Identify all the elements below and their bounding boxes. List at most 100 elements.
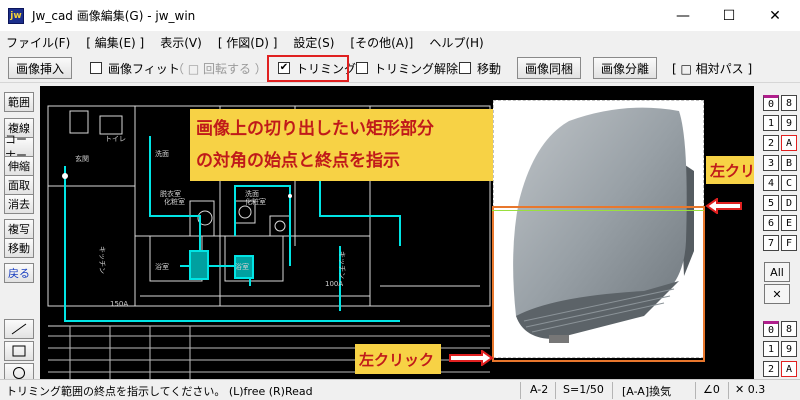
circle-icon xyxy=(13,367,25,379)
insert-image-button[interactable]: 画像挿入 xyxy=(8,57,72,79)
room-label: 洗面 xyxy=(155,149,169,158)
tool-erase[interactable]: 消去 xyxy=(4,194,34,214)
tool-stretch[interactable]: 伸縮 xyxy=(4,156,34,176)
tool-range[interactable]: 範囲 xyxy=(4,92,34,112)
room-label: 洗面 xyxy=(245,189,259,198)
layer-button[interactable]: 2 xyxy=(763,361,779,377)
layer-group-button[interactable]: 9 xyxy=(781,115,797,131)
status-bar: トリミング範囲の終点を指示してください。 (L)free (R)Read A-2… xyxy=(0,379,800,400)
room-label: 浴室 xyxy=(155,262,169,271)
dimension-label: 150A xyxy=(110,300,128,308)
layer-group-button[interactable]: 0 xyxy=(763,95,779,111)
fit-image-checkbox[interactable]: 画像フィット xyxy=(90,59,180,77)
room-label: キッチン xyxy=(338,251,346,279)
instruction-note: 画像上の切り出したい矩形部分 の対角の始点と終点を指示 xyxy=(190,109,496,181)
crop-selection-frame xyxy=(492,206,705,362)
room-label: トイレ xyxy=(105,135,126,143)
checkbox-icon xyxy=(356,62,368,74)
status-message: トリミング範囲の終点を指示してください。 (L)free (R)Read xyxy=(6,385,313,398)
menu-bar: ファイル(F) [ 編集(E) ] 表示(V) [ 作図(D) ] 設定(S) … xyxy=(0,31,800,53)
all-layers-button[interactable]: All xyxy=(764,262,790,282)
rotate-checkbox[interactable]: （ □ 回転する ） xyxy=(172,59,267,77)
layer-group-button-active[interactable]: A xyxy=(781,135,797,151)
tool-corner[interactable]: コーナー xyxy=(4,133,34,162)
close-button[interactable]: ✕ xyxy=(752,0,798,31)
rectangle-icon xyxy=(12,345,26,357)
app-icon: jw xyxy=(8,7,24,24)
layer-button[interactable]: 0 xyxy=(763,321,779,337)
relative-path-checkbox[interactable]: [ □ 相対パス ] xyxy=(672,59,752,77)
tool-chamfer[interactable]: 面取 xyxy=(4,175,34,195)
trim-highlight-frame xyxy=(267,55,349,82)
move-checkbox[interactable]: 移動 xyxy=(459,59,501,77)
menu-draw[interactable]: [ 作図(D) ] xyxy=(218,34,278,51)
layer-name-readout[interactable]: [A-A]換気 xyxy=(622,383,671,399)
click-note-top: 左クリック xyxy=(706,156,754,184)
layer-button[interactable]: 1 xyxy=(763,341,779,357)
angle-readout[interactable]: ∠0 xyxy=(703,383,720,396)
layer-group-button[interactable]: 4 xyxy=(763,175,779,191)
layer-button-active[interactable]: A xyxy=(781,361,797,377)
rotate-label: （ □ 回転する ） xyxy=(172,61,267,76)
room-label: 脱衣室 xyxy=(160,189,181,198)
window-title: Jw_cad 画像編集(G) - jw_win xyxy=(32,9,196,23)
menu-other[interactable]: [その他(A)] xyxy=(350,34,413,51)
relative-path-label: [ □ 相対パス ] xyxy=(672,61,753,76)
crop-guide-line xyxy=(492,210,704,211)
minimize-button[interactable]: — xyxy=(660,0,706,31)
checkbox-icon xyxy=(459,62,471,74)
tool-undo[interactable]: 戻る xyxy=(4,263,34,283)
line-icon xyxy=(11,323,27,335)
status-divider xyxy=(695,382,696,399)
layer-group-button[interactable]: B xyxy=(781,155,797,171)
layer-readout[interactable]: A-2 xyxy=(530,383,548,396)
maximize-button[interactable]: ☐ xyxy=(706,0,752,31)
move-label: 移動 xyxy=(477,61,502,76)
zoom-readout[interactable]: ✕ 0.3 xyxy=(735,383,765,396)
layer-group-button[interactable]: D xyxy=(781,195,797,211)
close-layers-button[interactable]: ✕ xyxy=(764,284,790,304)
instruction-line-1: 画像上の切り出したい矩形部分 xyxy=(196,119,434,139)
click-note-bottom: 左クリック xyxy=(355,344,441,374)
layer-group-button[interactable]: E xyxy=(781,215,797,231)
layer-group-button[interactable]: 3 xyxy=(763,155,779,171)
checkbox-icon xyxy=(90,62,102,74)
layer-group-button[interactable]: F xyxy=(781,235,797,251)
rect-tool[interactable] xyxy=(4,341,34,361)
arrow-left-icon xyxy=(705,198,742,214)
embed-image-button[interactable]: 画像同梱 xyxy=(517,57,581,79)
layer-button[interactable]: 9 xyxy=(781,341,797,357)
layer-group-button[interactable]: 6 xyxy=(763,215,779,231)
layer-panel: 0 1 2 3 4 5 6 7 8 9 A B C D E F All ✕ 0 … xyxy=(756,86,800,379)
menu-help[interactable]: ヘルプ(H) xyxy=(429,34,483,51)
layer-group-button[interactable]: 8 xyxy=(781,95,797,111)
menu-view[interactable]: 表示(V) xyxy=(160,34,202,51)
separate-image-button[interactable]: 画像分離 xyxy=(593,57,657,79)
layer-button[interactable]: 8 xyxy=(781,321,797,337)
layer-group-button[interactable]: C xyxy=(781,175,797,191)
drawing-canvas[interactable]: 玄関 トイレ 洗面 脱衣室 洗濯 化粧室 洗面 化粧室 キッチン 浴室 浴室 キ… xyxy=(40,86,754,379)
status-divider xyxy=(612,382,613,399)
layer-group-button[interactable]: 1 xyxy=(763,115,779,131)
layer-group-button[interactable]: 5 xyxy=(763,195,779,211)
instruction-line-2: の対角の始点と終点を指示 xyxy=(196,151,400,171)
left-tool-palette: 範囲 複線 コーナー 伸縮 面取 消去 複写 移動 戻る xyxy=(0,83,38,383)
trim-release-label: トリミング解除 xyxy=(374,61,459,76)
menu-settings[interactable]: 設定(S) xyxy=(293,34,334,51)
trim-release-checkbox[interactable]: トリミング解除 xyxy=(356,59,458,77)
image-edit-toolbar: 画像挿入 画像フィット （ □ 回転する ） ✔ トリミング トリミング解除 移動… xyxy=(0,53,800,83)
menu-edit[interactable]: [ 編集(E) ] xyxy=(86,34,144,51)
line-tool[interactable] xyxy=(4,319,34,339)
room-label: 浴室 xyxy=(235,262,249,271)
layer-group-button[interactable]: 7 xyxy=(763,235,779,251)
layer-group-button[interactable]: 2 xyxy=(763,135,779,151)
status-divider xyxy=(520,382,521,399)
title-bar: jw Jw_cad 画像編集(G) - jw_win — ☐ ✕ xyxy=(0,0,800,31)
scale-readout[interactable]: S=1/50 xyxy=(563,383,604,396)
tool-copy[interactable]: 複写 xyxy=(4,219,34,239)
status-divider xyxy=(728,382,729,399)
tool-move[interactable]: 移動 xyxy=(4,238,34,258)
room-label: 化粧室 xyxy=(164,197,185,206)
status-divider xyxy=(555,382,556,399)
menu-file[interactable]: ファイル(F) xyxy=(6,34,70,51)
